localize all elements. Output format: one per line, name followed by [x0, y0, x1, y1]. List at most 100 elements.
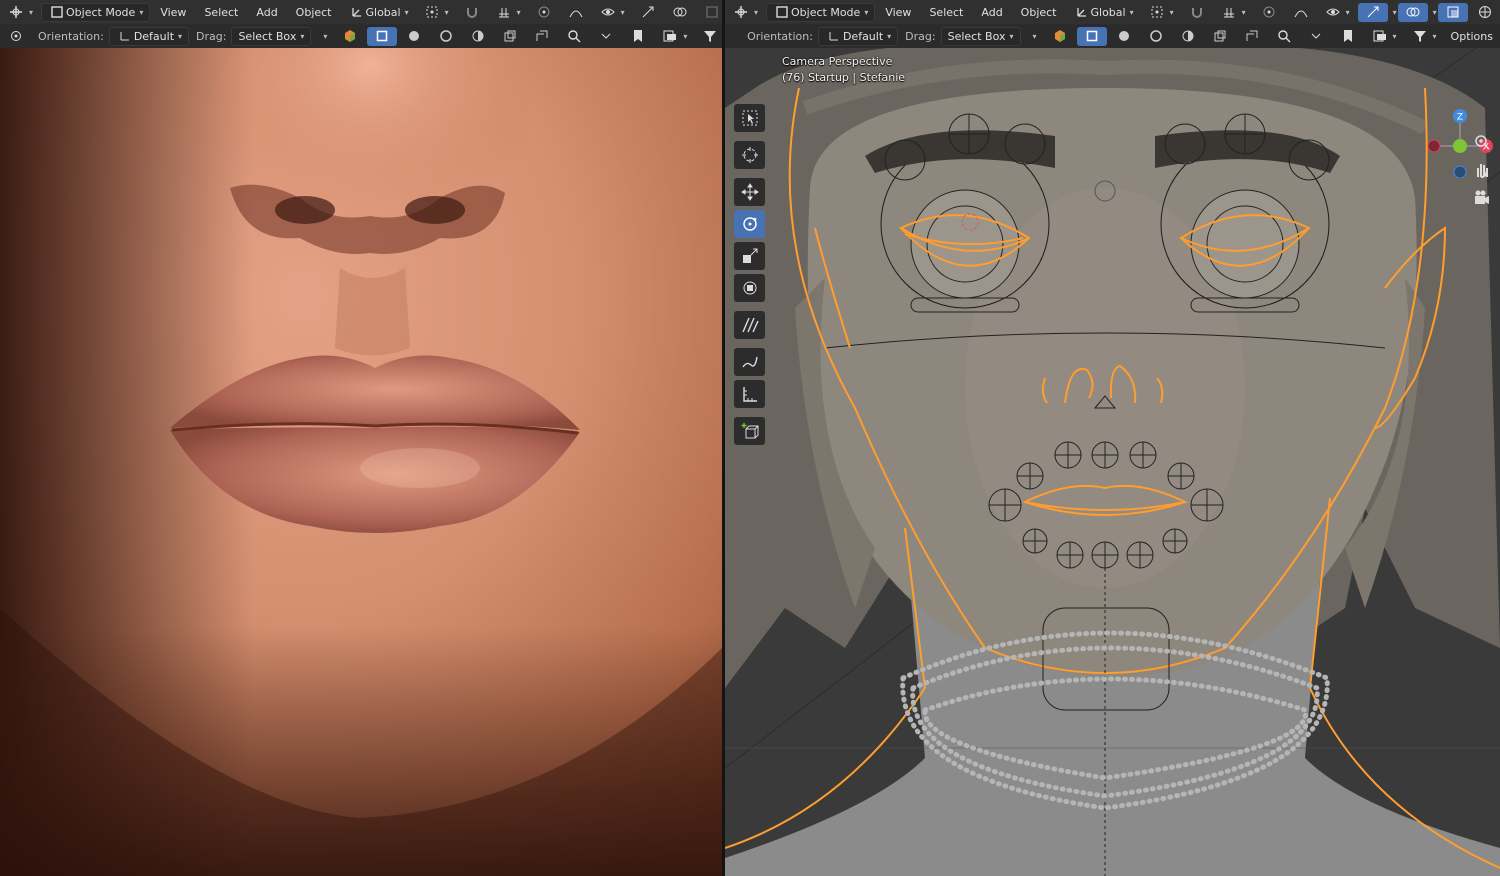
snap-toggle[interactable] — [457, 3, 487, 22]
object-mode-icon — [776, 6, 788, 18]
filter-button[interactable]: ▾ — [695, 27, 722, 46]
snap-toggle[interactable] — [1182, 3, 1212, 22]
mode-select[interactable]: Object Mode ▾ — [766, 2, 876, 22]
tool-select-box[interactable] — [734, 104, 765, 132]
transform-orientation-select[interactable]: Global ▾ — [1067, 3, 1140, 22]
menu-add[interactable]: Add — [973, 3, 1010, 22]
select-subtract-button[interactable] — [1141, 27, 1171, 46]
drag-select[interactable]: Select Box ▾ — [940, 26, 1021, 46]
gizmo-neg-z-axis[interactable] — [1453, 165, 1467, 178]
render-viewport-pane[interactable]: ▾ Object Mode ▾ View Select Add Object Gl… — [0, 0, 722, 876]
tool-rotate[interactable] — [734, 210, 765, 238]
menu-select[interactable]: Select — [921, 3, 971, 22]
overlays-icon — [1406, 7, 1420, 17]
tool-cursor[interactable] — [734, 141, 765, 169]
select-box-icon — [742, 110, 757, 126]
overlays-toggle[interactable] — [1397, 2, 1428, 22]
xray-toggle[interactable] — [697, 3, 722, 22]
visibility-button[interactable]: ▾ — [593, 3, 631, 22]
select-extend-button[interactable] — [399, 27, 429, 46]
ruler-icon — [742, 387, 757, 402]
render-engine-button[interactable] — [335, 27, 365, 46]
collapse-button[interactable] — [591, 27, 621, 46]
select-invert-button[interactable] — [463, 27, 493, 46]
falloff-button[interactable] — [561, 3, 591, 22]
zoom-view-button[interactable] — [1468, 128, 1496, 156]
select-set-new-button[interactable] — [367, 26, 398, 46]
shading-wireframe-button[interactable] — [1470, 3, 1500, 22]
menu-object[interactable]: Object — [1013, 3, 1065, 22]
menu-view[interactable]: View — [152, 3, 194, 22]
view-layer-button[interactable]: ▾ — [655, 27, 693, 46]
render-viewport[interactable] — [0, 48, 722, 876]
options-button[interactable]: Options — [1445, 27, 1499, 46]
gizmo-toggle[interactable] — [633, 3, 663, 22]
tool-settings-bar: Orientation: Default ▾ Drag: Select Box ▾ … — [725, 24, 1500, 49]
gizmo-neg-x-axis[interactable] — [1427, 139, 1441, 153]
bookmark-button[interactable] — [623, 27, 653, 46]
select-difference-icon — [536, 30, 548, 41]
search-button[interactable] — [1269, 27, 1299, 46]
select-difference-button[interactable] — [527, 27, 557, 46]
menu-add[interactable]: Add — [248, 3, 285, 22]
menu-view[interactable]: View — [877, 3, 919, 22]
select-difference-button[interactable] — [1237, 27, 1267, 46]
tool-scale[interactable] — [734, 242, 765, 270]
select-intersect-icon — [504, 30, 516, 42]
pencil-icon — [741, 356, 758, 368]
select-extend-button[interactable] — [1109, 27, 1139, 46]
tool-annotate[interactable] — [734, 311, 765, 339]
snap-target-button[interactable]: ▾ — [489, 3, 527, 22]
select-invert-button[interactable] — [1173, 27, 1203, 46]
overlays-toggle[interactable] — [665, 3, 695, 22]
select-mode-dropdown[interactable]: ▾ — [313, 27, 333, 46]
tool-annotate-line[interactable] — [734, 348, 765, 376]
menu-select[interactable]: Select — [196, 3, 246, 22]
pivot-point-button[interactable]: ▾ — [417, 3, 455, 22]
transform-orientation-label: Global — [365, 5, 401, 19]
select-intersect-button[interactable] — [495, 27, 525, 46]
select-intersect-button[interactable] — [1205, 27, 1235, 46]
proportional-edit-toggle[interactable] — [529, 3, 559, 22]
camera-view-button[interactable] — [1468, 184, 1496, 212]
tool-transform[interactable] — [734, 274, 765, 302]
tool-add-cube[interactable] — [734, 417, 765, 445]
menu-object[interactable]: Object — [288, 3, 340, 22]
select-subtract-button[interactable] — [431, 27, 461, 46]
rig-viewport-pane[interactable]: ▾ Object Mode ▾ View Select Add Object Gl… — [725, 0, 1500, 876]
tool-measure[interactable] — [734, 380, 765, 408]
view-layer-icon — [663, 30, 677, 42]
proportional-edit-toggle[interactable] — [1254, 3, 1284, 22]
view-layer-button[interactable]: ▾ — [1365, 27, 1403, 46]
select-set-new-button[interactable] — [1076, 26, 1107, 46]
viewport-header: ▾ Object Mode ▾ View Select Add Object Gl… — [725, 0, 1500, 24]
gizmo-toggle[interactable] — [1357, 2, 1388, 22]
editor-type-button[interactable]: ▾ — [726, 3, 764, 22]
gizmo-y-axis[interactable] — [1453, 139, 1467, 153]
bookmark-button[interactable] — [1333, 27, 1363, 46]
search-button[interactable] — [559, 27, 589, 46]
editor-type-button[interactable]: ▾ — [1, 3, 39, 22]
orientation-select[interactable]: Default ▾ — [817, 26, 899, 46]
transform-pivot-icon-button[interactable] — [1, 27, 31, 46]
orientation-select[interactable]: Default ▾ — [108, 26, 190, 46]
bookmark-icon — [634, 30, 643, 42]
falloff-button[interactable] — [1286, 3, 1316, 22]
rig-viewport[interactable]: Camera Perspective (76) Startup | Stefan… — [725, 48, 1500, 876]
mode-select[interactable]: Object Mode ▾ — [41, 2, 151, 22]
filter-button[interactable]: ▾ — [1405, 27, 1443, 46]
orientation-axes-icon — [120, 32, 129, 41]
drag-select[interactable]: Select Box ▾ — [231, 26, 312, 46]
pivot-point-button[interactable]: ▾ — [1142, 3, 1180, 22]
visibility-button[interactable]: ▾ — [1318, 3, 1356, 22]
collapse-button[interactable] — [1301, 27, 1331, 46]
gizmo-icon — [1367, 6, 1379, 18]
pan-view-button[interactable] — [1468, 156, 1496, 184]
select-mode-dropdown[interactable]: ▾ — [1023, 27, 1043, 46]
xray-toggle[interactable] — [1437, 2, 1468, 22]
viewport-editor-icon — [10, 6, 22, 18]
tool-move[interactable] — [734, 178, 765, 206]
render-engine-button[interactable] — [1045, 27, 1075, 46]
snap-target-button[interactable]: ▾ — [1214, 3, 1252, 22]
transform-orientation-select[interactable]: Global ▾ — [342, 3, 415, 22]
